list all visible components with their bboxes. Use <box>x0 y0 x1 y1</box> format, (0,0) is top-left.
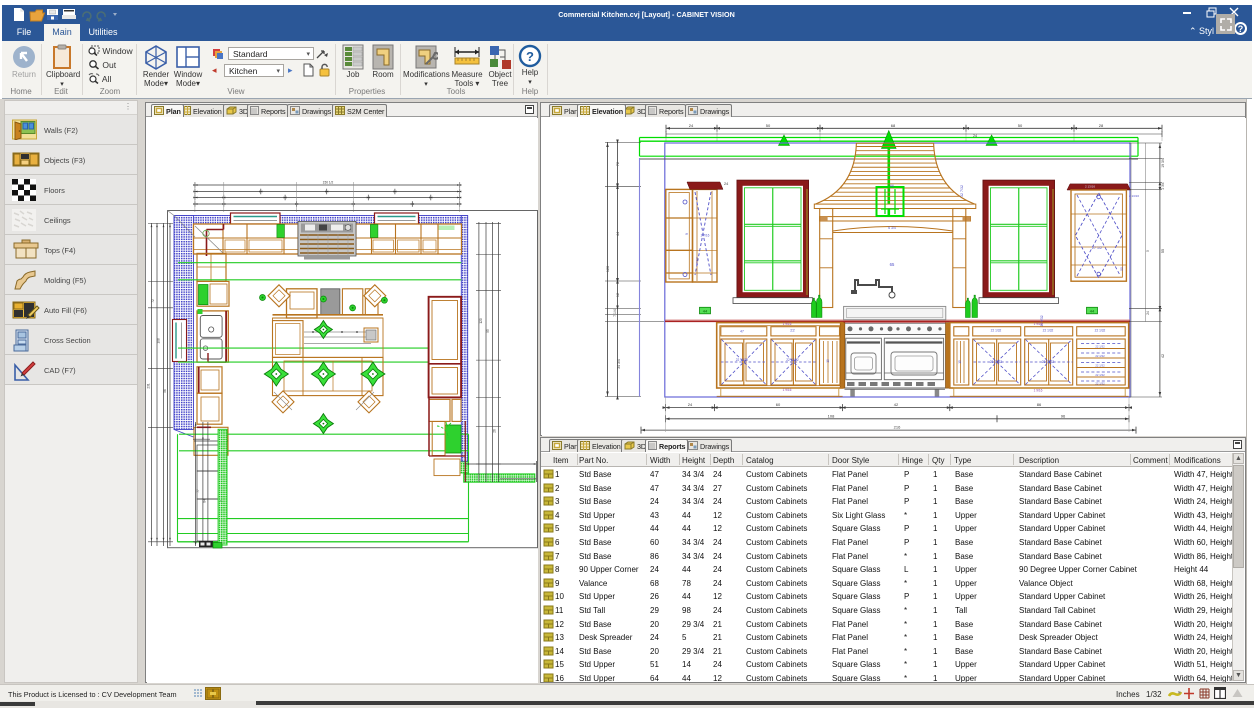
svg-text:22 15/32: 22 15/32 <box>736 358 749 362</box>
svg-text:28 15/32: 28 15/32 <box>990 360 1003 364</box>
svg-text:22 1/32: 22 1/32 <box>991 329 1002 333</box>
svg-text:34 3/4: 34 3/4 <box>617 359 621 369</box>
svg-text:2 13/16: 2 13/16 <box>1085 185 1095 189</box>
svg-text:24: 24 <box>724 182 728 186</box>
svg-text:5: 5 <box>1146 250 1150 252</box>
svg-text:?: ? <box>526 49 534 64</box>
svg-text:7: 7 <box>220 500 224 502</box>
svg-text:22: 22 <box>790 328 795 333</box>
svg-text:47: 47 <box>740 330 744 334</box>
svg-text:231: 231 <box>147 383 151 389</box>
svg-text:1 9/16: 1 9/16 <box>783 322 792 326</box>
svg-text:19: 19 <box>826 359 830 363</box>
svg-text:22 1/32: 22 1/32 <box>1095 345 1105 349</box>
svg-text:77: 77 <box>196 489 200 493</box>
svg-text:84: 84 <box>203 499 207 503</box>
svg-text:32 7/32: 32 7/32 <box>960 185 964 197</box>
svg-text:22 1/32: 22 1/32 <box>1043 329 1054 333</box>
svg-text:42: 42 <box>894 402 899 407</box>
svg-text:216: 216 <box>894 425 901 430</box>
svg-text:22 15/32: 22 15/32 <box>786 358 799 362</box>
svg-text:50: 50 <box>1120 267 1124 271</box>
svg-text:24: 24 <box>973 134 977 138</box>
svg-text:72: 72 <box>616 162 620 166</box>
svg-text:2 3/4: 2 3/4 <box>1161 182 1165 189</box>
svg-text:65: 65 <box>890 262 895 267</box>
svg-text:28: 28 <box>1099 123 1104 128</box>
svg-text:15: 15 <box>958 360 962 364</box>
svg-text:108: 108 <box>828 413 835 418</box>
svg-text:44: 44 <box>703 309 708 314</box>
svg-text:26: 26 <box>493 429 497 433</box>
svg-text:108: 108 <box>157 338 161 344</box>
svg-text:19 3/4: 19 3/4 <box>1161 158 1165 168</box>
svg-text:22 1/32: 22 1/32 <box>1095 329 1106 333</box>
svg-text:150 1/2: 150 1/2 <box>323 181 334 185</box>
svg-text:22 1/32: 22 1/32 <box>1095 364 1105 368</box>
svg-text:1 9/16: 1 9/16 <box>1034 389 1043 393</box>
svg-text:27 1/2: 27 1/2 <box>1092 246 1102 250</box>
svg-text:72: 72 <box>151 299 155 303</box>
svg-text:2 7/16: 2 7/16 <box>701 234 710 238</box>
svg-text:95: 95 <box>486 329 490 333</box>
svg-text:1 9/16: 1 9/16 <box>783 388 792 392</box>
svg-text:66: 66 <box>890 184 894 188</box>
svg-text:120: 120 <box>479 318 483 324</box>
svg-text:271/2: 271/2 <box>695 257 699 265</box>
svg-text:12: 12 <box>616 293 620 297</box>
svg-text:44: 44 <box>616 232 620 236</box>
svg-text:50: 50 <box>766 123 771 128</box>
svg-text:24: 24 <box>688 402 693 407</box>
svg-text:6 3/4: 6 3/4 <box>888 226 896 230</box>
svg-text:24: 24 <box>1146 311 1150 315</box>
svg-text:22 1/32: 22 1/32 <box>1095 382 1105 386</box>
svg-text:96: 96 <box>1061 413 1066 418</box>
svg-text:68: 68 <box>891 123 896 128</box>
svg-text:86: 86 <box>1037 402 1042 407</box>
svg-text:42: 42 <box>1161 354 1165 358</box>
svg-text:9: 9 <box>685 233 689 235</box>
svg-text:7 1/4: 7 1/4 <box>613 309 617 317</box>
svg-text:24: 24 <box>689 123 694 128</box>
svg-text:55: 55 <box>1161 249 1165 253</box>
svg-text:22 1/32: 22 1/32 <box>1095 354 1105 358</box>
svg-text:120: 120 <box>606 266 610 272</box>
svg-text:1 9/16: 1 9/16 <box>1034 322 1043 326</box>
svg-text:60: 60 <box>776 402 781 407</box>
svg-text:2 13/16: 2 13/16 <box>1129 194 1139 198</box>
svg-text:44: 44 <box>1090 309 1095 314</box>
svg-text:22 1/32: 22 1/32 <box>1095 373 1105 377</box>
svg-text:56: 56 <box>163 389 167 393</box>
svg-text:50: 50 <box>1018 123 1023 128</box>
svg-text:28 15/32: 28 15/32 <box>1042 360 1055 364</box>
